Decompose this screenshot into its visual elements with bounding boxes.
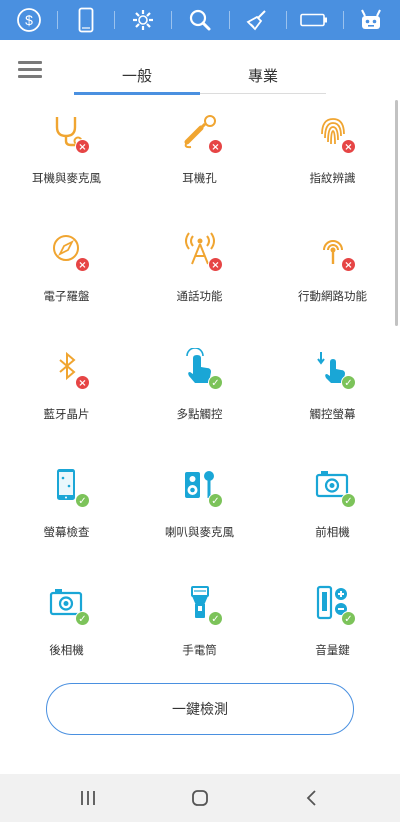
test-item-front-camera[interactable]: ✓ 前相機 (266, 458, 399, 568)
test-label: 多點觸控 (176, 407, 223, 421)
test-label: 耳機孔 (182, 171, 217, 185)
test-item-headset[interactable]: × 耳機與麥克風 (0, 104, 133, 214)
test-label: 耳機與麥克風 (32, 171, 101, 185)
test-item-volume-keys[interactable]: ✓ 音量鍵 (266, 576, 399, 686)
signal-tower-icon: × (181, 230, 223, 272)
system-nav-bar (0, 774, 400, 822)
test-label: 前相機 (315, 525, 350, 539)
bluetooth-icon: × (48, 348, 90, 390)
tab-professional[interactable]: 專業 (200, 58, 326, 92)
one-key-test-button[interactable]: 一鍵檢測 (46, 683, 354, 735)
test-item-rear-camera[interactable]: ✓ 後相機 (0, 576, 133, 686)
test-label: 後相機 (49, 643, 84, 657)
tab-bar: 一般 專業 (74, 58, 326, 95)
test-item-fingerprint[interactable]: × 指紋辨識 (266, 104, 399, 214)
rear-camera-icon: ✓ (48, 584, 90, 626)
test-label: 喇叭與麥克風 (165, 525, 234, 539)
test-item-headphone-jack[interactable]: × 耳機孔 (133, 104, 266, 214)
menu-button[interactable] (16, 58, 44, 82)
test-item-bluetooth[interactable]: × 藍牙晶片 (0, 340, 133, 450)
test-item-calling[interactable]: × 通話功能 (133, 222, 266, 332)
test-label: 觸控螢幕 (309, 407, 356, 421)
broom-icon[interactable] (228, 0, 286, 40)
headset-stethoscope-icon: × (48, 112, 90, 154)
screen-check-icon: ✓ (48, 466, 90, 508)
multitouch-icon: ✓ (181, 347, 223, 390)
test-label: 音量鍵 (315, 643, 350, 657)
test-item-flashlight[interactable]: ✓ 手電筒 (133, 576, 266, 686)
svg-text:$: $ (25, 12, 33, 28)
compass-icon: × (48, 230, 90, 272)
test-item-compass[interactable]: × 電子羅盤 (0, 222, 133, 332)
top-toolbar: $ (0, 0, 400, 40)
dollar-icon[interactable]: $ (0, 0, 57, 40)
test-item-screen-check[interactable]: ✓ 螢幕檢查 (0, 458, 133, 568)
search-icon[interactable] (171, 0, 228, 40)
speaker-mic-icon: ✓ (181, 466, 223, 508)
headphone-jack-icon: × (181, 112, 223, 154)
mobile-network-icon: × (314, 230, 356, 272)
flashlight-icon: ✓ (181, 584, 223, 626)
test-label: 電子羅盤 (43, 289, 90, 303)
home-icon[interactable] (178, 784, 222, 812)
touchscreen-icon: ✓ (314, 348, 356, 390)
test-label: 通話功能 (176, 289, 223, 303)
test-label: 手電筒 (182, 643, 217, 657)
fingerprint-icon: × (314, 112, 356, 154)
test-label: 藍牙晶片 (43, 407, 90, 421)
test-item-mobile-network[interactable]: × 行動網路功能 (266, 222, 399, 332)
front-camera-icon: ✓ (314, 466, 356, 508)
phone-icon[interactable] (57, 0, 114, 40)
test-label: 螢幕檢查 (43, 525, 90, 539)
robot-icon[interactable] (342, 0, 400, 40)
active-tab-indicator (74, 92, 200, 95)
battery-icon[interactable] (285, 0, 343, 40)
volume-keys-icon: ✓ (314, 584, 356, 626)
back-icon[interactable] (290, 784, 334, 812)
test-item-speaker-mic[interactable]: ✓ 喇叭與麥克風 (133, 458, 266, 568)
test-label: 指紋辨識 (309, 171, 356, 185)
tab-general[interactable]: 一般 (74, 58, 200, 92)
recent-apps-icon[interactable] (66, 784, 110, 812)
test-item-multitouch[interactable]: ✓ 多點觸控 (133, 340, 266, 450)
gear-icon[interactable] (114, 0, 171, 40)
test-label: 行動網路功能 (298, 289, 367, 303)
test-item-touchscreen[interactable]: ✓ 觸控螢幕 (266, 340, 399, 450)
